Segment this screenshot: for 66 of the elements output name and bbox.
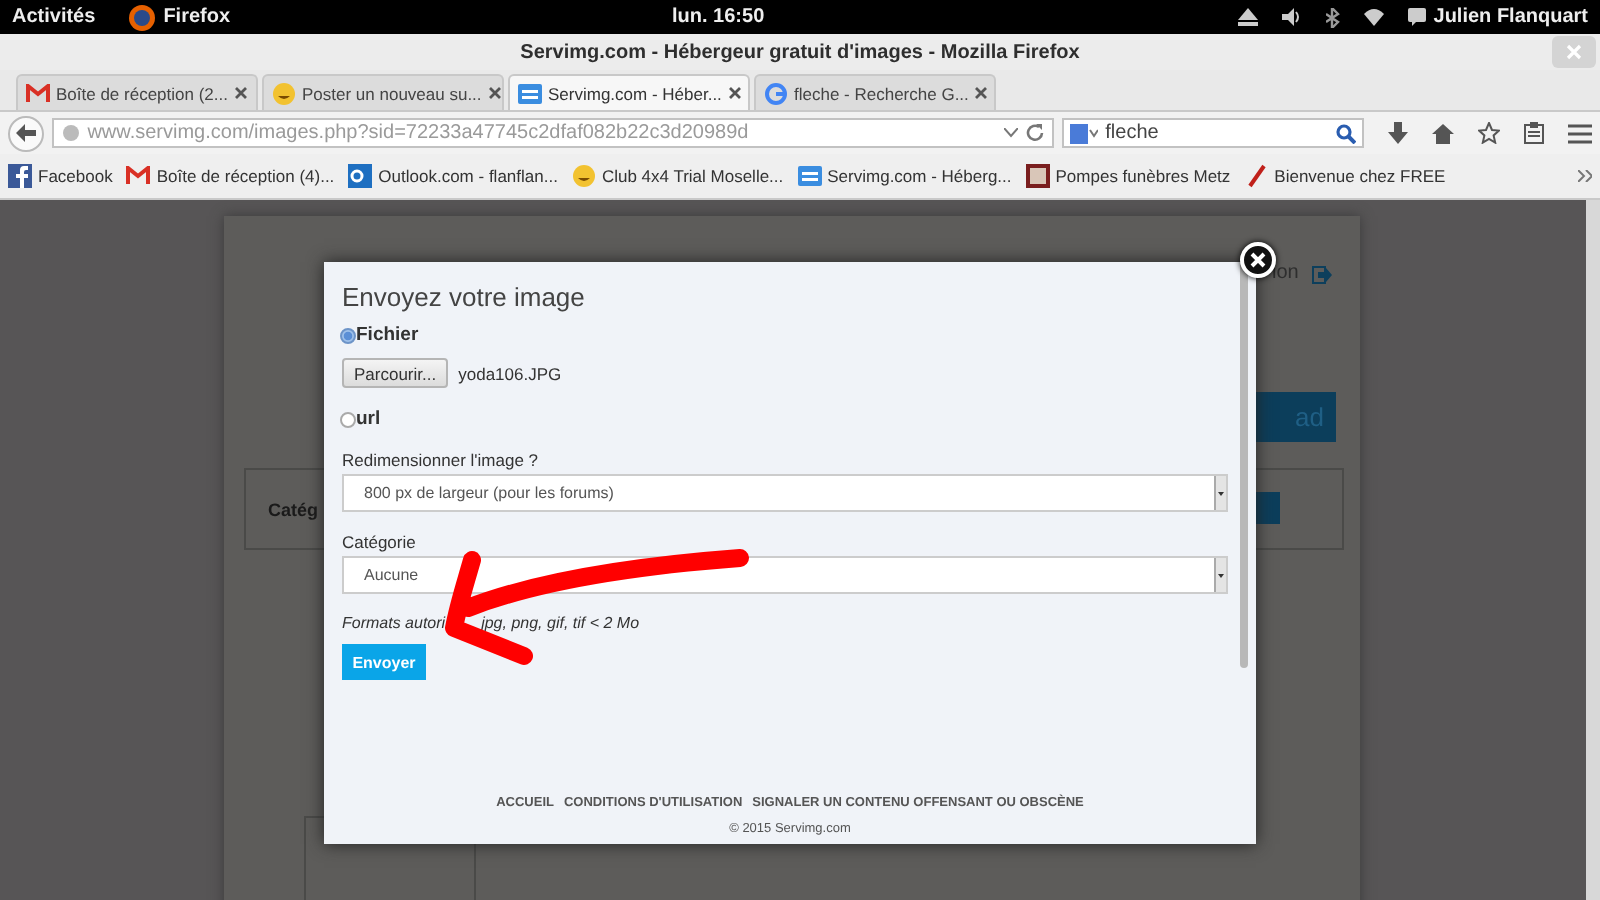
back-arrow-icon (15, 124, 36, 142)
speaker-icon[interactable] (1281, 8, 1302, 26)
google-icon (764, 81, 788, 105)
lines-icon (518, 83, 542, 103)
bluetooth-icon[interactable] (1325, 7, 1340, 27)
menu-icon[interactable] (1568, 123, 1592, 143)
window-title: Servimg.com - Hébergeur gratuit d'images - Mozilla Firefox (520, 41, 1080, 63)
clipboard-icon[interactable] (1524, 122, 1544, 144)
bookmark[interactable]: Bienvenue chez FREE (1244, 164, 1446, 188)
formats-note: jpg, png, gif, tif < 2 Mo (481, 614, 640, 632)
dropdown-icon[interactable] (1003, 128, 1018, 138)
close-icon[interactable] (234, 86, 248, 100)
radio-label: url (356, 408, 381, 430)
browser-tab[interactable]: Poster un nouveau su... (262, 74, 504, 110)
facebook-icon (8, 164, 32, 188)
reload-icon[interactable] (1025, 124, 1044, 142)
resize-label: Redimensionner l'image ? (342, 450, 541, 470)
mail-icon (26, 83, 50, 103)
close-icon[interactable] (727, 86, 742, 100)
scrollbar[interactable] (1586, 200, 1600, 900)
close-icon[interactable] (974, 86, 989, 100)
scrollbar[interactable] (1240, 262, 1248, 668)
category-label: Catég (268, 500, 319, 520)
back-button[interactable] (8, 115, 44, 151)
bookmark[interactable]: Servimg.com - Héberg... (797, 166, 1012, 186)
search-icon[interactable] (1336, 123, 1356, 143)
resize-select[interactable]: 800 px de largeur (pour les forums) (342, 474, 1228, 512)
browser-tab[interactable]: Boîte de réception (2... (16, 74, 258, 110)
home-icon[interactable] (1432, 123, 1454, 143)
radio-button[interactable] (340, 327, 356, 343)
user-menu[interactable]: Julien Flanquart (1433, 6, 1588, 28)
file-name: yoda106.JPG (458, 363, 562, 383)
chevron-icon[interactable] (1578, 170, 1592, 182)
dialog-title: Envoyez votre image (342, 282, 587, 312)
chat-icon[interactable] (1407, 8, 1426, 26)
firefox-icon[interactable] (127, 3, 156, 31)
activities-button[interactable]: Activités (12, 6, 96, 28)
category-label: Catégorie (342, 532, 418, 552)
star-icon[interactable] (1478, 122, 1500, 144)
bookmark[interactable]: Pompes funèbres Metz (1025, 164, 1231, 188)
mail-icon (126, 166, 151, 186)
lines-icon (797, 166, 822, 186)
smiley-icon (571, 164, 596, 188)
formats-note: Formats autori (342, 614, 446, 632)
close-icon (1566, 44, 1582, 60)
close-icon (1250, 252, 1266, 268)
app-menu[interactable]: Firefox (163, 6, 231, 28)
clock[interactable]: lun. 16:50 (672, 6, 765, 28)
smiley-icon (272, 81, 296, 105)
wifi-icon[interactable] (1363, 8, 1384, 26)
outlook-icon (348, 164, 373, 188)
bookmark[interactable]: Outlook.com - flanflan... (348, 164, 558, 188)
browser-tab[interactable]: fleche - Recherche G... (754, 74, 996, 110)
google-search-icon[interactable] (1069, 123, 1098, 143)
browser-tab[interactable]: Servimg.com - Héber... (508, 74, 750, 110)
close-icon[interactable] (487, 86, 502, 100)
bookmark[interactable]: Boîte de réception (4)... (126, 166, 335, 186)
bookmark[interactable]: Club 4x4 Trial Moselle... (571, 164, 784, 188)
radio-button[interactable] (340, 411, 356, 427)
radio-label: Fichier (356, 324, 419, 346)
bookmark[interactable]: Facebook (8, 164, 113, 188)
browse-button[interactable]: Parcourir... (342, 358, 449, 388)
eject-icon[interactable] (1237, 8, 1258, 26)
search-field[interactable]: fleche (1061, 118, 1364, 148)
download-icon[interactable] (1388, 122, 1408, 144)
photo-icon (1025, 164, 1050, 188)
